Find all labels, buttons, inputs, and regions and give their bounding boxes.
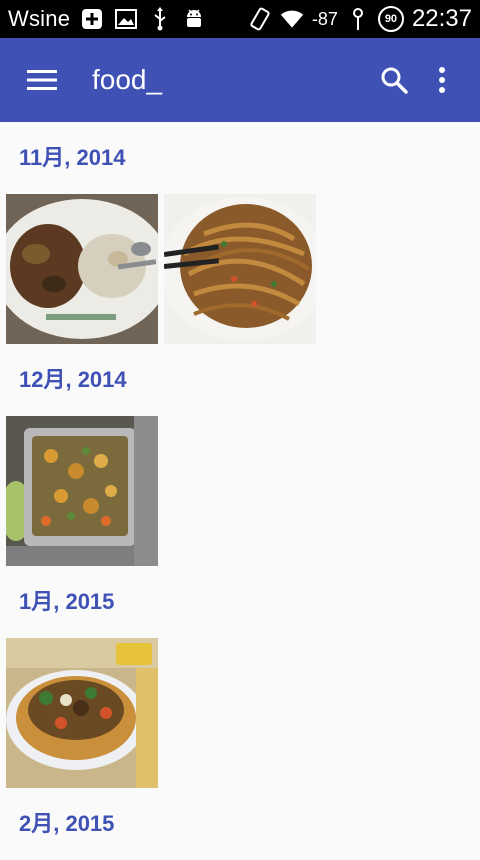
month-header: 2月, 2015 (19, 811, 115, 836)
rotate-icon (248, 7, 272, 31)
photo-row (0, 638, 480, 788)
image-icon (114, 7, 138, 31)
hamburger-menu-icon[interactable] (20, 58, 64, 102)
plus-box-icon (80, 7, 104, 31)
wifi-icon (280, 7, 304, 31)
photo-thumbnail[interactable] (6, 194, 158, 344)
carrier-label: Wsine (8, 6, 71, 31)
photo-thumbnail[interactable] (6, 416, 158, 566)
photo-row (0, 194, 480, 344)
app-bar (0, 38, 480, 122)
month-header: 11月, 2014 (19, 145, 126, 170)
overflow-menu-icon[interactable] (418, 56, 466, 104)
photo-timeline: 11月, 2014 12月, 2014 1月, 2015 2月, 2015 (0, 122, 480, 860)
month-header: 12月, 2014 (19, 367, 127, 392)
usb-icon (148, 7, 172, 31)
android-icon (182, 7, 206, 31)
search-icon[interactable] (370, 56, 418, 104)
search-input[interactable] (90, 63, 294, 97)
clock: 22:37 (411, 5, 472, 32)
signal-strength: -87 (311, 8, 338, 29)
month-header: 1月, 2015 (19, 589, 115, 614)
photo-thumbnail[interactable] (164, 194, 316, 344)
photo-row (0, 416, 480, 566)
signal-antenna-icon (346, 7, 370, 31)
photo-thumbnail[interactable] (6, 638, 158, 788)
battery-level: 90 (377, 6, 404, 32)
status-bar: Wsine -87 90 22:37 (0, 0, 480, 38)
